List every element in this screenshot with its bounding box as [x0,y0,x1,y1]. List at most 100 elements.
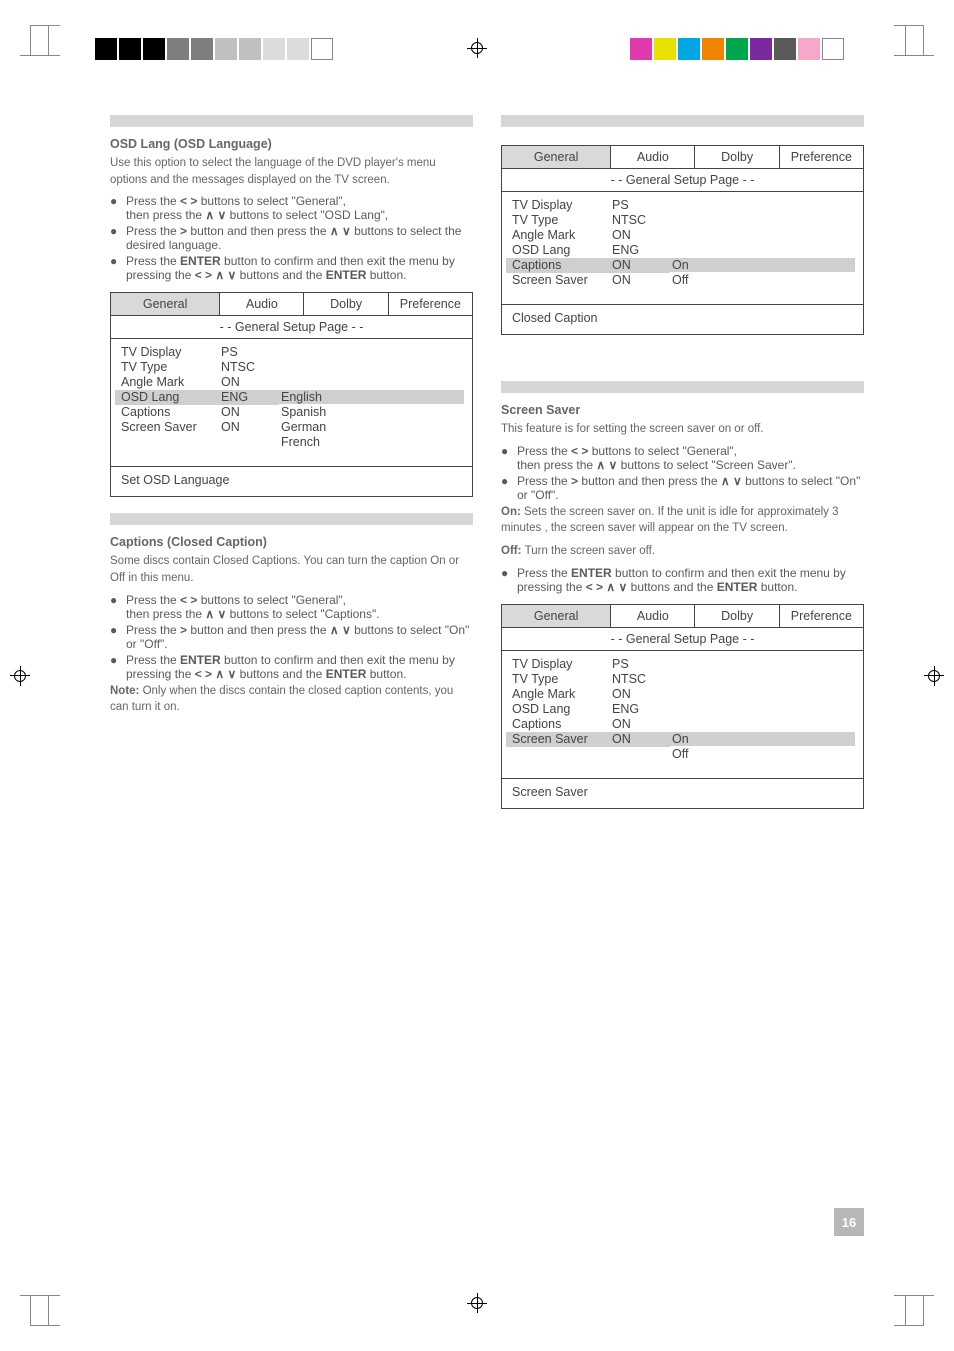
menu-option[interactable]: Off [670,747,855,761]
menu-item-value: NTSC [612,672,670,687]
menu-option[interactable]: German [279,420,464,434]
text: buttons and the [240,667,326,681]
setup-tab[interactable]: Audio [611,605,695,627]
text: button. [370,667,407,681]
list-item: ● Press the ENTER button to confirm and … [110,653,473,681]
color-swatch [287,38,309,60]
menu-option[interactable]: Spanish [279,405,464,419]
menu-item-key[interactable]: Screen Saver [506,732,612,747]
setup-tab[interactable]: Preference [389,293,472,315]
text: Press the [126,653,180,667]
text: ENTER [326,667,367,681]
text: button. [761,580,798,594]
color-swatch [678,38,700,60]
arrow-up-down-icon: ∧ ∨ [205,208,226,222]
paragraph: This feature is for setting the screen s… [501,421,864,438]
column-right: GeneralAudioDolbyPreference- - General S… [501,115,864,1236]
color-swatch [654,38,676,60]
text: Press the [517,566,571,580]
menu-item-key[interactable]: Captions [121,405,221,420]
text: buttons to select "Captions". [230,607,380,621]
menu-item-key[interactable]: OSD Lang [512,702,612,717]
setup-panel-captions: GeneralAudioDolbyPreference- - General S… [501,137,864,351]
setup-tab[interactable]: Dolby [695,605,779,627]
color-swatch [191,38,213,60]
page-content: OSD Lang (OSD Language) Use this option … [110,115,864,1236]
registration-mark-right [924,666,944,686]
menu-option[interactable]: French [279,435,464,449]
list-item: ● Press the < > buttons to select "Gener… [501,444,864,472]
note-label: Note: [110,685,143,697]
arrow-left-right-icon: < > [571,444,588,458]
menu-item-value: PS [221,345,279,360]
note-text: Only when the discs contain the closed c… [110,685,453,714]
color-swatch [263,38,285,60]
menu-item-value: ENG [612,243,670,258]
setup-tab[interactable]: General [502,146,611,168]
menu-item-value: ON [221,375,279,390]
color-swatch [798,38,820,60]
panel-footer: Set OSD Language [111,466,472,496]
setup-tab[interactable]: Preference [780,146,863,168]
text: button and then press the [581,474,720,488]
list-item: ● Press the > button and then press the … [110,623,473,651]
menu-item-key[interactable]: TV Type [121,360,221,375]
arrow-left-right-icon: < > [180,194,197,208]
menu-item-key[interactable]: Captions [512,717,612,732]
text: Sets the screen saver on. If the unit is… [501,506,839,535]
text: then press the [517,458,596,472]
arrow-all-icon: < > ∧ ∨ [586,580,628,594]
menu-item-key[interactable]: TV Type [512,672,612,687]
panel-heading: - - General Setup Page - - [111,316,472,339]
menu-item-value: NTSC [221,360,279,375]
arrow-up-down-icon: ∧ ∨ [721,474,742,488]
setup-tab[interactable]: Preference [780,605,863,627]
menu-item-value: ON [606,732,670,747]
setup-tab[interactable]: Dolby [304,293,388,315]
color-swatch [774,38,796,60]
menu-item-key[interactable]: Screen Saver [512,273,612,288]
text: Press the [126,224,180,238]
menu-option[interactable]: On [670,732,855,746]
menu-option[interactable]: English [279,390,464,404]
menu-item-key[interactable]: Angle Mark [121,375,221,390]
text: buttons to select "Screen Saver". [621,458,796,472]
setup-tab[interactable]: General [111,293,220,315]
setup-tab[interactable]: Audio [611,146,695,168]
menu-item-key[interactable]: Screen Saver [121,420,221,435]
menu-item-key[interactable]: Angle Mark [512,687,612,702]
color-swatch [630,38,652,60]
menu-item-key[interactable]: TV Display [512,198,612,213]
section-divider [110,513,473,525]
setup-tab[interactable]: Audio [220,293,304,315]
setup-tab[interactable]: Dolby [695,146,779,168]
setup-panel-osd-lang: GeneralAudioDolbyPreference- - General S… [110,284,473,513]
label: Off: [501,545,525,557]
menu-item-value: ON [221,405,279,420]
setup-panel-screensaver: GeneralAudioDolbyPreference- - General S… [501,596,864,825]
setup-tab[interactable]: General [502,605,611,627]
crop-mark [48,1296,78,1326]
menu-item-key[interactable]: Angle Mark [512,228,612,243]
menu-item-value: ON [612,687,670,702]
registration-mark-left [10,666,30,686]
menu-item-key[interactable]: Captions [506,258,612,273]
menu-item-key[interactable]: OSD Lang [512,243,612,258]
arrow-up-down-icon: ∧ ∨ [205,607,226,621]
menu-option[interactable]: On [670,258,855,272]
text: buttons and the [240,268,326,282]
color-swatch [822,38,844,60]
menu-item-value: ON [612,273,670,288]
color-swatch [119,38,141,60]
menu-item-key[interactable]: OSD Lang [115,390,221,405]
menu-item-key[interactable]: TV Display [121,345,221,360]
print-color-bar-right [630,38,844,60]
menu-item-value: NTSC [612,213,670,228]
text: Press the [126,194,180,208]
list-item: ● Press the < > buttons to select "Gener… [110,194,473,222]
menu-item-key[interactable]: TV Type [512,213,612,228]
menu-option[interactable]: Off [670,273,855,287]
menu-item-key[interactable]: TV Display [512,657,612,672]
arrow-up-down-icon: ∧ ∨ [330,623,351,637]
menu-item-value: PS [612,657,670,672]
